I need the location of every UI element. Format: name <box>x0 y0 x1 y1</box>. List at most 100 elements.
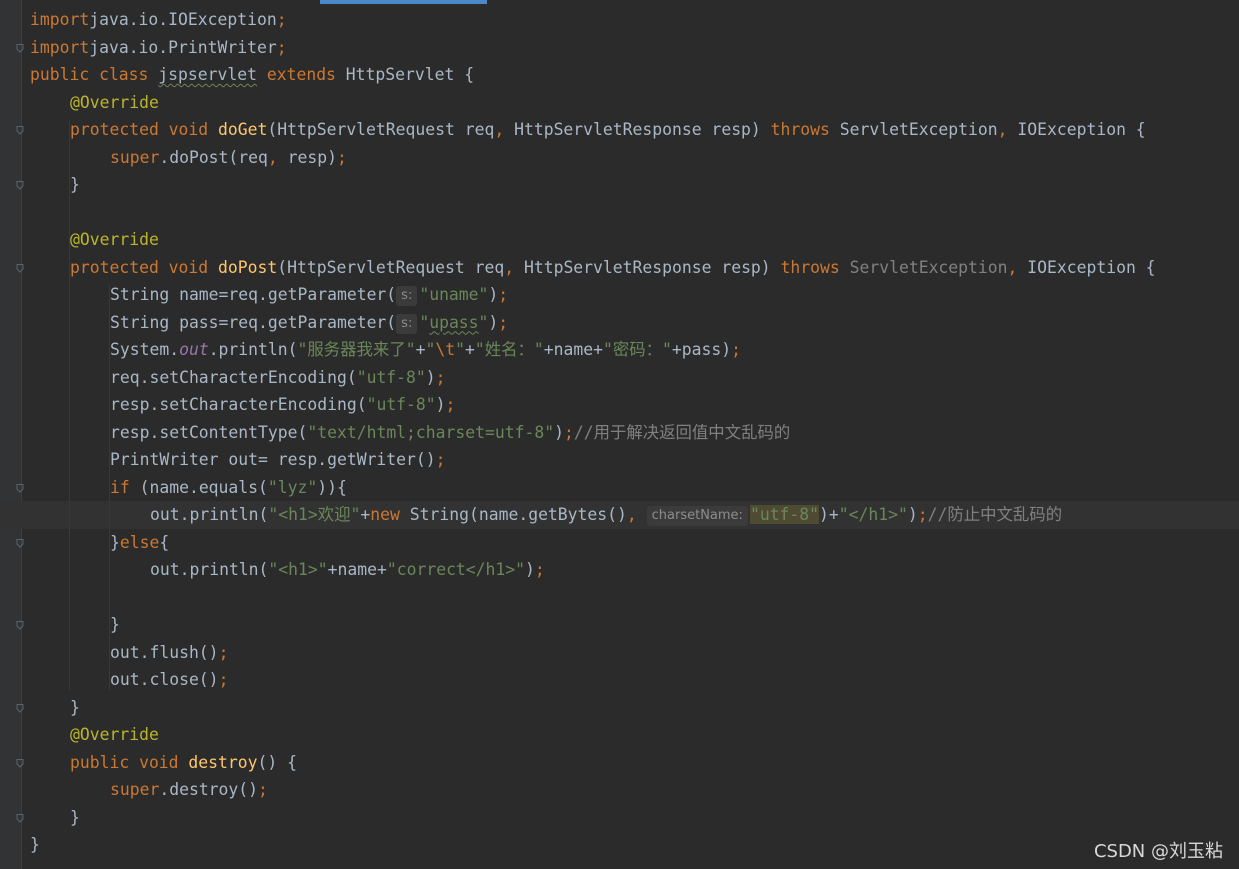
code-line-text: out.println("<h1>欢迎"+new String(name.get… <box>150 501 1062 529</box>
code-line[interactable]: req.setCharacterEncoding("utf-8"); <box>0 364 1239 392</box>
code-token: ; <box>445 395 456 414</box>
code-line[interactable]: out.close(); <box>0 666 1239 694</box>
code-token: "<h1>欢迎" <box>268 505 361 524</box>
indent-guide <box>69 120 70 690</box>
fold-marker-icon[interactable] <box>16 263 24 273</box>
code-token: resp) <box>287 147 337 167</box>
code-token: ) <box>488 312 499 332</box>
code-line-text: protected void doGet(HttpServletRequest … <box>70 116 1146 144</box>
code-token: , <box>504 257 524 277</box>
code-line-text: } <box>110 611 120 639</box>
code-line[interactable]: } <box>0 611 1239 639</box>
code-token: "lyz" <box>267 477 318 497</box>
code-token: doPost <box>218 257 278 277</box>
code-token: destroy <box>188 752 258 772</box>
code-line[interactable]: protected void doGet(HttpServletRequest … <box>0 116 1239 144</box>
code-line[interactable]: @Override <box>0 89 1239 117</box>
code-line[interactable]: if (name.equals("lyz")){ <box>0 474 1239 502</box>
code-token: , <box>1007 257 1028 277</box>
code-line[interactable]: @Override <box>0 721 1239 749</box>
code-line-text: importjava.io.IOException; <box>30 6 287 34</box>
code-token: ; <box>218 670 229 689</box>
code-token: "服务器我来了" <box>297 340 416 359</box>
indent-guide <box>109 285 110 690</box>
code-token: "姓名：" <box>474 340 544 359</box>
code-token: + <box>464 340 475 359</box>
code-line[interactable]: resp.setContentType("text/html;charset=u… <box>0 419 1239 447</box>
code-line[interactable]: importjava.io.IOException; <box>0 6 1239 34</box>
code-line[interactable]: String pass=req.getParameter(s: "upass"); <box>0 309 1239 337</box>
code-line[interactable]: protected void doPost(HttpServletRequest… <box>0 254 1239 282</box>
code-line[interactable]: importjava.io.PrintWriter; <box>0 34 1239 62</box>
code-line[interactable]: PrintWriter out= resp.getWriter(); <box>0 446 1239 474</box>
code-token: ; <box>731 340 741 359</box>
code-token: ) <box>425 367 436 387</box>
fold-marker-icon[interactable] <box>16 181 24 190</box>
code-token: out.println( <box>150 505 269 524</box>
code-line-text: PrintWriter out= resp.getWriter(); <box>110 446 446 474</box>
code-token: protected void <box>70 257 219 277</box>
code-line[interactable]: @Override <box>0 226 1239 254</box>
code-line[interactable]: System.out.println("服务器我来了"+"\t"+"姓名："+n… <box>0 336 1239 364</box>
code-line[interactable]: } <box>0 804 1239 832</box>
code-line-text: super.doPost(req, resp); <box>110 144 347 172</box>
code-token: out <box>179 340 209 359</box>
code-line-text: } <box>70 804 80 832</box>
code-line[interactable]: out.flush(); <box>0 639 1239 667</box>
fold-marker-icon[interactable] <box>16 483 24 493</box>
code-token: ServletException <box>839 120 998 139</box>
fold-marker-icon[interactable] <box>16 126 24 135</box>
code-line-text: resp.setCharacterEncoding("utf-8"); <box>110 391 455 419</box>
code-token: +name+ <box>543 340 603 359</box>
code-line[interactable]: resp.setCharacterEncoding("utf-8"); <box>0 391 1239 419</box>
code-line[interactable]: String name=req.getParameter(s: "uname"); <box>0 281 1239 309</box>
fold-marker-icon[interactable] <box>16 621 24 630</box>
code-token: } <box>70 697 80 717</box>
code-token: String pass=req.getParameter( <box>110 312 397 332</box>
code-token: import <box>30 37 90 57</box>
code-line[interactable]: public class jspservlet extends HttpServ… <box>0 61 1239 89</box>
fold-marker-icon[interactable] <box>16 43 24 53</box>
code-token: ) <box>525 560 535 579</box>
code-line[interactable]: out.println("<h1>欢迎"+new String(name.get… <box>0 501 1239 529</box>
code-line[interactable]: } <box>0 831 1239 859</box>
code-line-text: } <box>30 831 40 859</box>
fold-marker-icon[interactable] <box>16 703 24 713</box>
code-line[interactable] <box>0 584 1239 612</box>
code-token: )+ <box>819 505 839 524</box>
code-token: ) <box>907 505 918 524</box>
code-line[interactable]: super.destroy(); <box>0 776 1239 804</box>
code-line[interactable]: public void destroy() { <box>0 749 1239 777</box>
code-token: ; <box>276 10 287 29</box>
fold-marker-icon[interactable] <box>16 758 24 768</box>
code-token: throws <box>780 257 850 277</box>
code-line-text: protected void doPost(HttpServletRequest… <box>70 254 1156 282</box>
code-token: () { <box>257 752 297 772</box>
fold-marker-icon[interactable] <box>16 813 24 823</box>
code-token: @Override <box>70 725 159 744</box>
code-line[interactable]: } <box>0 694 1239 722</box>
code-token: } <box>110 615 120 634</box>
code-token: else <box>119 532 160 552</box>
code-line-text: public void destroy() { <box>70 749 297 777</box>
code-token: upass <box>429 312 479 332</box>
code-line[interactable]: }else{ <box>0 529 1239 557</box>
code-line[interactable]: out.println("<h1>"+name+"correct</h1>"); <box>0 556 1239 584</box>
code-line[interactable] <box>0 199 1239 227</box>
fold-marker-icon[interactable] <box>16 538 24 548</box>
code-line[interactable]: } <box>0 171 1239 199</box>
code-token: HttpServletResponse resp) <box>523 257 781 277</box>
code-token: req.setCharacterEncoding( <box>110 367 357 387</box>
code-token: out.flush() <box>110 642 219 662</box>
code-line-text: public class jspservlet extends HttpServ… <box>30 61 474 89</box>
code-token: "<h1>" <box>268 560 328 579</box>
code-line-text: } <box>70 171 80 199</box>
code-line-text: @Override <box>70 721 159 749</box>
code-token: " <box>455 340 465 359</box>
code-line-text: }else{ <box>110 529 169 557</box>
code-line[interactable]: super.doPost(req, resp); <box>0 144 1239 172</box>
code-token: String name=req.getParameter( <box>110 285 397 304</box>
code-token: , <box>626 505 647 524</box>
code-token: , <box>267 147 288 167</box>
code-line-text: @Override <box>70 89 159 117</box>
